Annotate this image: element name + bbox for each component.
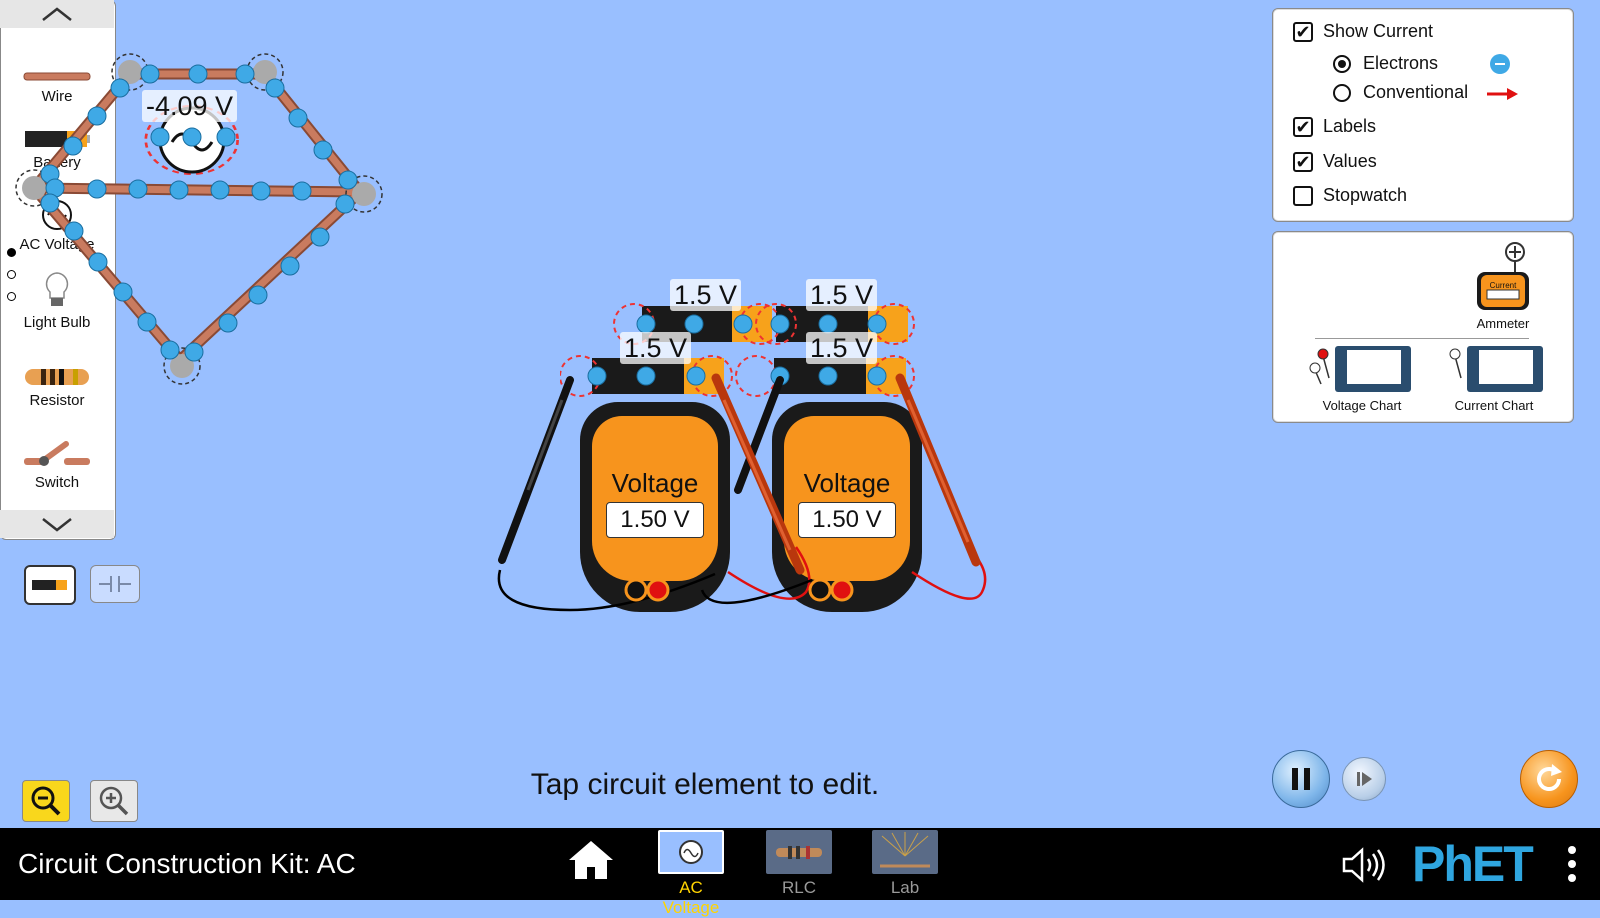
ammeter-face-label: Current [1489,281,1517,290]
show-current-checkbox[interactable]: ✔ Show Current [1293,21,1433,42]
toolbox-scroll-down-button[interactable] [0,510,114,538]
zoom-out-button[interactable] [22,780,70,822]
battery-label-3: 1.5 V [620,332,692,364]
screen-ac-voltage-label: AC Voltage [662,878,720,917]
labels-checkbox[interactable]: ✔ Labels [1293,116,1376,137]
values-checkbox[interactable]: ✔ Values [1293,151,1377,172]
toolbox-switch[interactable]: Switch [0,440,114,491]
black-probe-1[interactable] [498,376,574,564]
current-chart-tool[interactable]: Current Chart [1441,344,1547,418]
current-chart-icon [1449,346,1543,392]
zoom-out-icon [31,786,61,816]
voltmeter-probes[interactable] [480,370,1010,630]
voltage-chart-icon [1309,346,1411,392]
capacitor-icon [99,576,131,592]
lab-thumbnail [872,830,938,874]
status-message: Tap circuit element to edit. [530,768,880,801]
battery-label-4: 1.5 V [806,332,878,364]
values-label: Values [1323,151,1377,171]
stopwatch-checkbox[interactable]: Stopwatch [1293,185,1407,206]
screen-ac-voltage[interactable]: AC Voltage [650,828,732,917]
capacitor-mode-button[interactable] [90,565,140,603]
ac-voltage-thumbnail [658,830,724,874]
stopwatch-label: Stopwatch [1323,185,1408,205]
zoom-in-icon [99,786,129,816]
screen-rlc[interactable]: RLC [758,828,840,900]
red-probe-2[interactable] [895,373,981,567]
reset-all-button[interactable] [1520,750,1578,808]
conventional-radio[interactable]: Conventional [1333,82,1468,103]
reset-icon [1537,764,1562,791]
step-forward-icon [1357,772,1372,786]
play-pause-button[interactable] [1272,750,1330,808]
speaker-icon [1342,847,1385,883]
electrons-label: Electrons [1363,53,1439,73]
sensor-toolbox-panel: Current Ammeter Voltage Chart Current Ch… [1272,231,1574,423]
kebab-menu-icon [1568,846,1576,882]
switch-icon [24,441,90,466]
electrons-radio[interactable]: Electrons [1333,53,1438,74]
battery-icon [32,580,67,590]
screen-rlc-label: RLC [781,878,816,897]
checkbox-box: ✔ [1293,21,1313,42]
home-button[interactable] [566,838,616,882]
sim-title: Circuit Construction Kit: AC [18,848,356,879]
radio-button [1333,54,1351,73]
circuit-wires[interactable] [0,0,400,400]
phet-logo[interactable]: PhET [1412,834,1534,894]
battery-label-1: 1.5 V [670,279,742,311]
arrow-right-icon [1487,88,1518,100]
battery-label-2: 1.5 V [806,279,878,311]
toolbox-switch-label: Switch [34,474,80,491]
ac-source-value-label: -4.09 V [142,90,238,122]
labels-label: Labels [1323,116,1377,136]
screen-lab[interactable]: Lab [864,828,946,900]
screen-lab-label: Lab [890,878,920,897]
voltage-chart-tool[interactable]: Voltage Chart [1309,344,1415,418]
radio-button [1333,83,1351,102]
rlc-thumbnail [766,830,832,874]
ammeter-tool[interactable]: Current Ammeter [1473,240,1533,332]
chevron-down-icon [42,518,72,532]
show-current-label: Show Current [1323,21,1434,41]
battery-mode-button[interactable] [24,565,76,605]
phet-menu-button[interactable] [1566,840,1578,888]
current-chart-label: Current Chart [1454,398,1534,413]
electron-icon [1490,54,1510,74]
checkbox-box: ✔ [1293,151,1313,172]
pause-icon [1292,768,1310,790]
red-probe-1[interactable] [711,373,805,575]
conventional-label: Conventional [1363,82,1469,102]
zoom-in-button[interactable] [90,780,138,822]
checkbox-box [1293,185,1313,206]
voltage-chart-label: Voltage Chart [1322,398,1402,413]
display-options-panel: ✔ Show Current Electrons Conventional ✔ … [1272,8,1574,222]
step-forward-button[interactable] [1342,757,1386,801]
checkbox-box: ✔ [1293,116,1313,137]
sound-toggle-button[interactable] [1340,846,1388,884]
panel-divider [1315,338,1529,339]
navigation-bar: Circuit Construction Kit: AC AC Voltage … [0,828,1600,917]
home-icon [569,841,613,879]
ammeter-icon [1477,242,1529,310]
ammeter-label: Ammeter [1476,316,1530,331]
